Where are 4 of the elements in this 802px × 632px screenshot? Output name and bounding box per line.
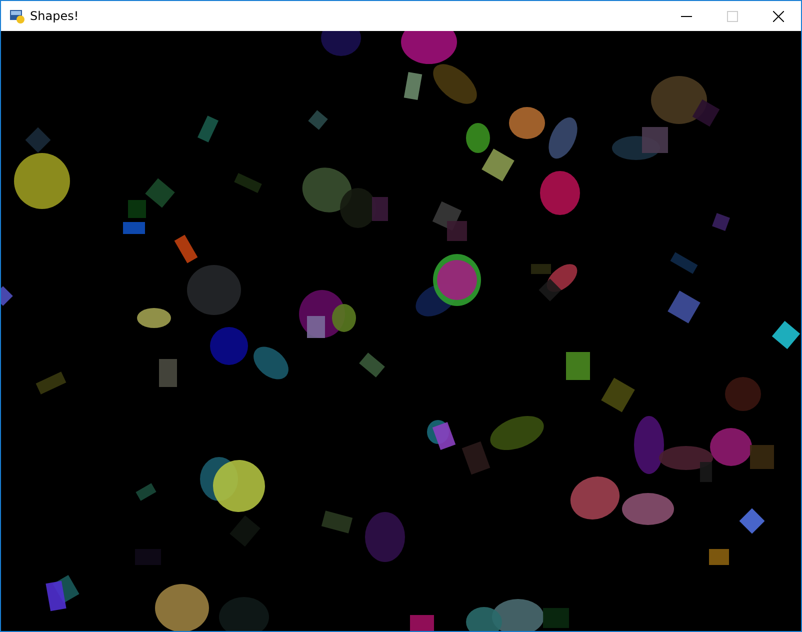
maximize-icon [726, 10, 738, 22]
close-icon [772, 10, 784, 22]
app-icon [9, 8, 25, 24]
window-title: Shapes! [30, 9, 80, 23]
